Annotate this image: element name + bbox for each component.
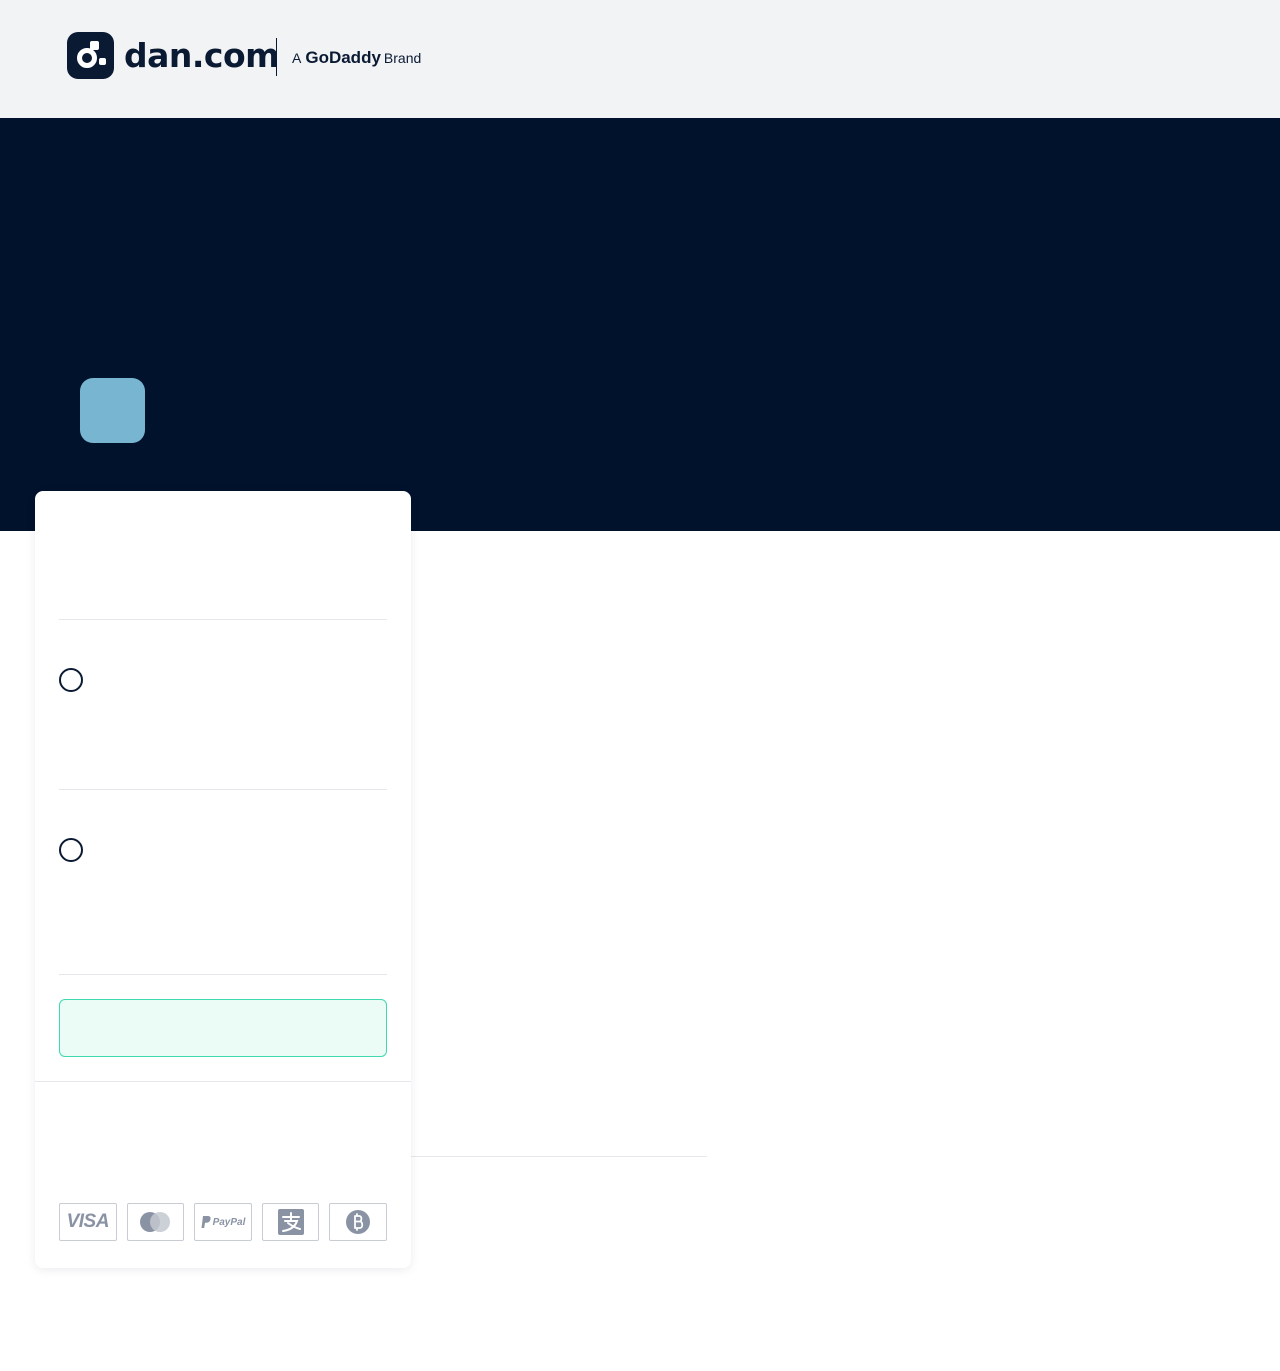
- purchase-card: VISA PayPal: [35, 491, 411, 1268]
- site-header: dan.com A GoDaddy Brand: [0, 0, 1280, 118]
- alipay-icon: [261, 1203, 320, 1241]
- content-divider: [410, 1156, 707, 1157]
- card-divider-4: [35, 1081, 411, 1082]
- card-divider-3: [59, 974, 387, 975]
- godaddy-brand-label: A GoDaddy Brand: [292, 48, 422, 67]
- card-divider-1: [59, 619, 387, 620]
- buy-now-radio[interactable]: [59, 668, 83, 692]
- bitcoin-icon: [329, 1203, 387, 1241]
- domain-avatar: [80, 378, 145, 443]
- logo-divider: [276, 38, 277, 76]
- mastercard-icon: [126, 1203, 185, 1241]
- dan-logo-icon: [67, 32, 114, 79]
- card-divider-2: [59, 789, 387, 790]
- hero-banner: [0, 118, 1280, 531]
- checkout-button[interactable]: [59, 999, 387, 1057]
- lease-to-own-radio[interactable]: [59, 838, 83, 862]
- payment-methods: VISA PayPal: [59, 1203, 387, 1241]
- paypal-icon: PayPal: [194, 1203, 252, 1241]
- logo-text: dan.com: [124, 36, 280, 75]
- dan-logo-link[interactable]: dan.com A GoDaddy Brand: [67, 32, 421, 79]
- visa-icon: VISA: [59, 1203, 117, 1241]
